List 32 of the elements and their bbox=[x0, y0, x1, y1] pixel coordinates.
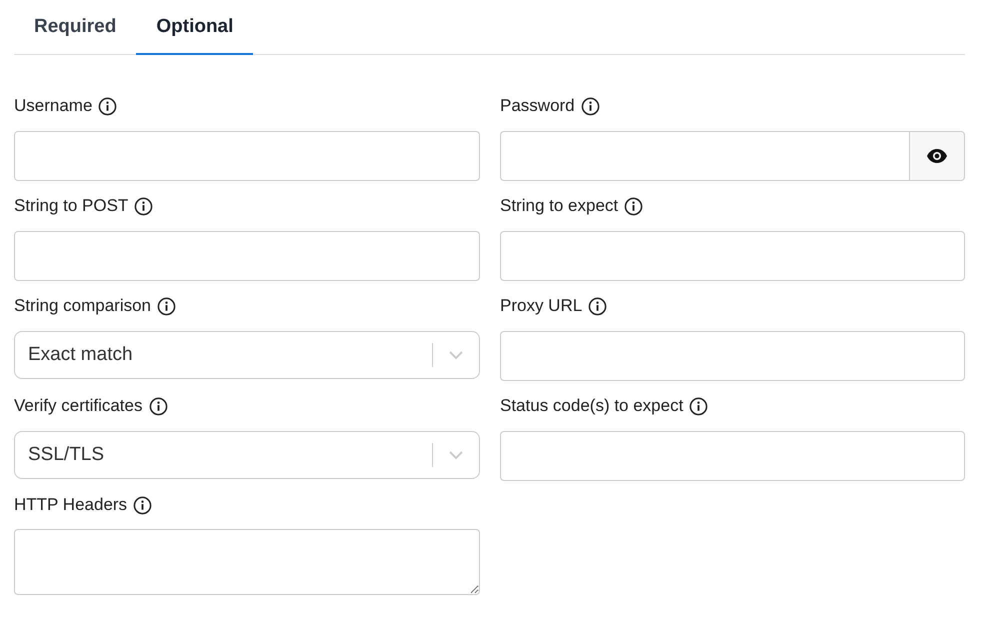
select-field[interactable]: Exact match bbox=[14, 331, 480, 379]
info-icon[interactable] bbox=[133, 496, 152, 514]
field-label: HTTP Headers bbox=[14, 495, 128, 515]
text-field[interactable] bbox=[500, 431, 965, 481]
info-icon[interactable] bbox=[157, 296, 176, 316]
field-label: String comparison bbox=[14, 296, 152, 316]
show-password-button[interactable] bbox=[909, 131, 965, 181]
info-icon[interactable] bbox=[580, 96, 600, 116]
field-label: Status code(s) to expect bbox=[500, 396, 684, 416]
password-field[interactable] bbox=[500, 131, 909, 181]
tab[interactable]: Optional bbox=[136, 0, 254, 55]
info-icon[interactable] bbox=[134, 196, 154, 216]
eye-icon bbox=[927, 149, 947, 163]
info-icon[interactable] bbox=[689, 396, 708, 416]
text-field[interactable] bbox=[14, 231, 480, 281]
field-label: Username bbox=[14, 96, 92, 116]
info-icon[interactable] bbox=[588, 296, 608, 316]
info-icon[interactable] bbox=[98, 96, 118, 116]
info-icon[interactable] bbox=[148, 396, 168, 416]
chevron-down-icon bbox=[448, 450, 464, 460]
field-label: String to POST bbox=[14, 196, 128, 216]
text-field[interactable] bbox=[14, 131, 480, 181]
tab[interactable]: Required bbox=[14, 0, 136, 55]
field-label: Proxy URL bbox=[500, 296, 582, 316]
field-label: Verify certificates bbox=[14, 396, 142, 416]
text-field[interactable] bbox=[500, 231, 965, 281]
field-label: String to expect bbox=[500, 196, 618, 216]
select-field[interactable]: SSL/TLS bbox=[14, 431, 480, 479]
field-label: Password bbox=[500, 96, 575, 116]
text-field[interactable] bbox=[500, 331, 965, 381]
chevron-down-icon bbox=[448, 350, 464, 360]
info-icon[interactable] bbox=[624, 196, 644, 216]
